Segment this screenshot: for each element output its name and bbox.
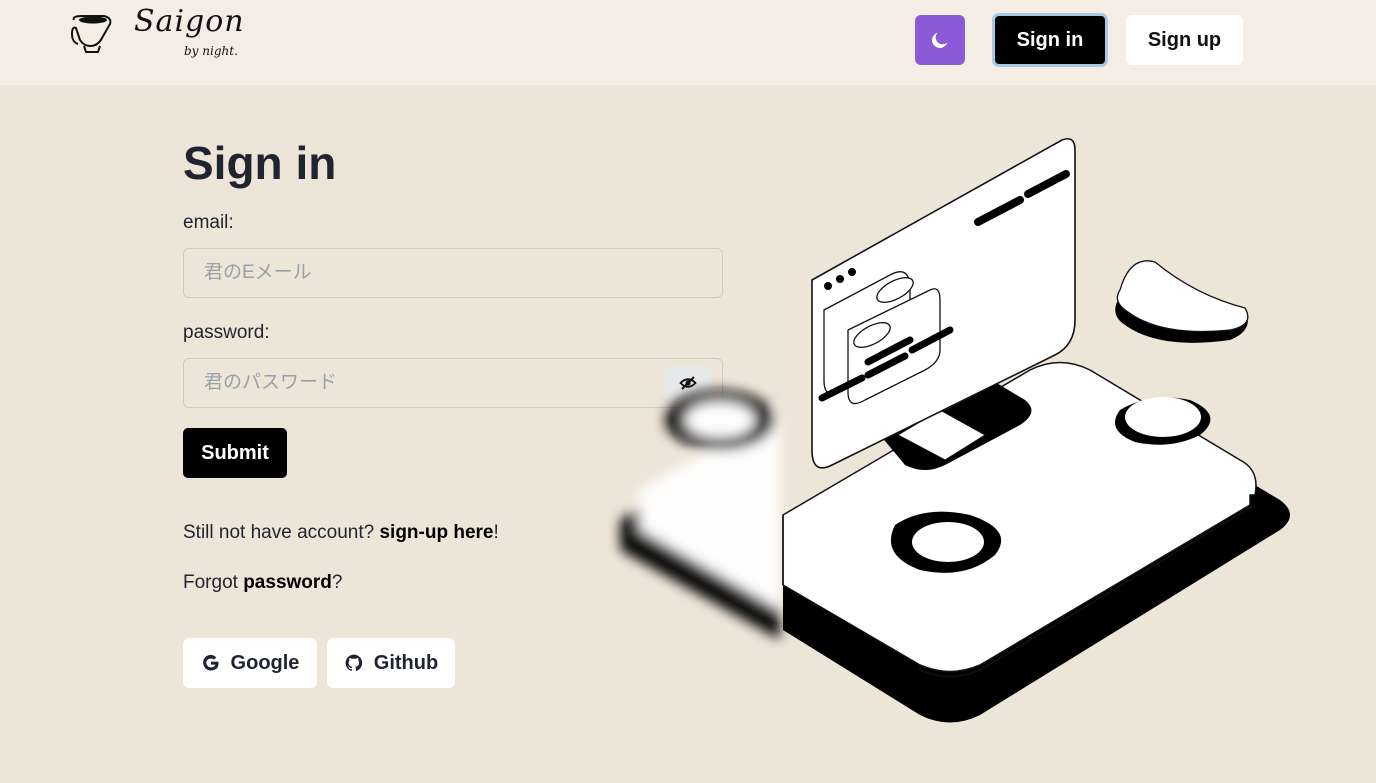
brand-logo[interactable]: Saigon by night. [68,4,248,64]
theme-toggle-button[interactable] [915,15,965,65]
forgot-password-prompt: Forgot password? [183,572,342,594]
google-icon [202,654,219,671]
google-label: Google [230,651,300,674]
forgot-prompt-suffix: ? [331,572,343,593]
github-icon [345,654,362,671]
moon-icon [932,32,948,48]
submit-button[interactable]: Submit [183,428,287,478]
password-label: password: [183,322,270,343]
brand-tagline: by night. [184,44,238,58]
brand-name: Saigon [134,4,245,39]
github-label: Github [373,651,439,674]
github-signin-button[interactable]: Github [327,638,455,688]
google-signin-button[interactable]: Google [183,638,317,688]
forgot-prompt-text: Forgot [183,572,244,593]
coffee-cup-icon [70,15,112,53]
signup-prompt-text: Still not have account? [183,522,380,543]
hero-illustration [620,137,1290,723]
signup-nav-button[interactable]: Sign up [1126,15,1243,65]
signin-nav-button[interactable]: Sign in [992,13,1108,67]
page-title: Sign in [183,137,337,189]
signup-link[interactable]: sign-up here [379,522,493,543]
top-navbar: Saigon by night. Sign in Sign up [0,0,1376,85]
signup-prompt: Still not have account? sign-up here! [183,522,499,544]
email-label: email: [183,212,234,233]
forgot-password-link[interactable]: password [243,572,332,593]
signup-prompt-suffix: ! [493,522,499,543]
